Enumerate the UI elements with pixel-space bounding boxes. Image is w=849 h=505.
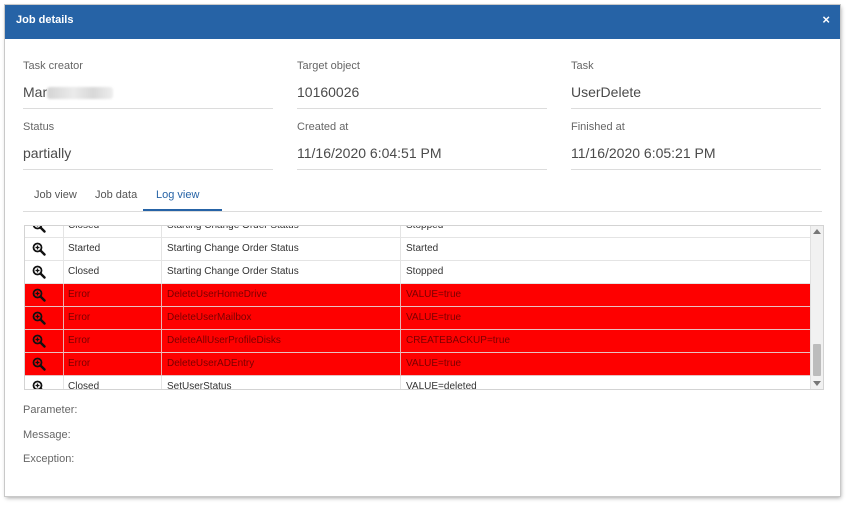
row-icon-cell[interactable] bbox=[25, 376, 64, 390]
log-row[interactable]: Error DeleteUserADEntry VALUE=true bbox=[25, 353, 810, 376]
zoom-in-icon[interactable] bbox=[32, 311, 46, 325]
row-value: CREATEBACKUP=true bbox=[406, 335, 511, 346]
active-tab-indicator bbox=[143, 209, 222, 211]
dialog-title: Job details bbox=[16, 14, 74, 26]
finished-at-value: 11/16/2020 6:05:21 PM bbox=[571, 145, 821, 170]
row-value: Started bbox=[406, 243, 439, 254]
row-status: Closed bbox=[63, 261, 162, 283]
log-row[interactable]: Closed Starting Change Order Status Stoppe… bbox=[25, 225, 810, 238]
row-value: Stopped bbox=[406, 225, 444, 231]
tab-log-view[interactable]: Log view bbox=[156, 189, 199, 201]
finished-at-label: Finished at bbox=[571, 121, 625, 133]
row-status: Closed bbox=[63, 226, 162, 237]
task-field: Task UserDelete bbox=[571, 60, 821, 109]
row-icon-cell[interactable] bbox=[25, 261, 64, 283]
task-label: Task bbox=[571, 60, 594, 72]
log-row[interactable]: Error DeleteAllUserProfileDisks CREATEBACK… bbox=[25, 330, 810, 353]
task-creator-visible-text: Mar bbox=[23, 84, 48, 100]
scroll-down-icon[interactable] bbox=[813, 381, 821, 386]
scroll-up-icon[interactable] bbox=[813, 229, 821, 234]
row-action: Starting Change Order Status bbox=[162, 261, 401, 283]
row-action: DeleteUserADEntry bbox=[162, 353, 401, 375]
row-status: Error bbox=[63, 330, 162, 352]
row-value: VALUE=true bbox=[406, 289, 462, 300]
zoom-in-icon[interactable] bbox=[32, 225, 46, 233]
exception-label: Exception: bbox=[23, 453, 75, 465]
row-action: DeleteUserMailbox bbox=[162, 307, 401, 329]
row-icon-cell[interactable] bbox=[25, 284, 64, 306]
status-field: Status partially bbox=[23, 121, 273, 170]
tab-bar: Job view Job data Log view bbox=[23, 182, 822, 212]
scrollbar[interactable] bbox=[810, 226, 823, 389]
zoom-in-icon[interactable] bbox=[32, 380, 46, 390]
zoom-in-icon[interactable] bbox=[32, 334, 46, 348]
zoom-in-icon[interactable] bbox=[32, 242, 46, 256]
row-value: VALUE=true bbox=[406, 312, 462, 323]
target-object-label: Target object bbox=[297, 60, 360, 72]
status-value: partially bbox=[23, 145, 273, 170]
status-label: Status bbox=[23, 121, 55, 133]
row-icon-cell[interactable] bbox=[25, 330, 64, 352]
log-row[interactable]: Error DeleteUserMailbox VALUE=true bbox=[25, 307, 810, 330]
row-value: VALUE=deleted bbox=[406, 381, 477, 390]
row-action: DeleteUserHomeDrive bbox=[162, 284, 401, 306]
row-action: SetUserStatus bbox=[162, 376, 401, 389]
task-creator-label: Task creator bbox=[23, 60, 83, 72]
created-at-label: Created at bbox=[297, 121, 349, 133]
row-action: DeleteAllUserProfileDisks bbox=[162, 330, 401, 352]
log-row[interactable]: Error DeleteUserHomeDrive VALUE=true bbox=[25, 284, 810, 307]
zoom-in-icon[interactable] bbox=[32, 357, 46, 371]
parameter-label: Parameter: bbox=[23, 404, 78, 416]
tab-job-data[interactable]: Job data bbox=[95, 189, 137, 201]
task-creator-field: Task creator Mar bbox=[23, 60, 273, 109]
row-status: Started bbox=[63, 238, 162, 260]
row-action: Starting Change Order Status bbox=[162, 226, 401, 237]
log-row[interactable]: Closed SetUserStatus VALUE=deleted bbox=[25, 376, 810, 390]
row-status: Closed bbox=[63, 376, 162, 389]
title-bar: Job details × bbox=[5, 5, 840, 39]
row-status: Error bbox=[63, 307, 162, 329]
finished-at-field: Finished at 11/16/2020 6:05:21 PM bbox=[571, 121, 821, 170]
row-icon-cell[interactable] bbox=[25, 353, 64, 375]
row-status: Error bbox=[63, 353, 162, 375]
row-action: Starting Change Order Status bbox=[162, 238, 401, 260]
log-row[interactable]: Started Starting Change Order Status Start… bbox=[25, 238, 810, 261]
log-grid: Closed Starting Change Order Status Stoppe… bbox=[24, 225, 824, 390]
zoom-in-icon[interactable] bbox=[32, 288, 46, 302]
row-icon-cell[interactable] bbox=[25, 307, 64, 329]
task-value: UserDelete bbox=[571, 84, 821, 109]
log-rows: Closed Starting Change Order Status Stoppe… bbox=[25, 225, 810, 390]
row-value: VALUE=true bbox=[406, 358, 462, 369]
row-icon-cell[interactable] bbox=[25, 238, 64, 260]
close-icon[interactable]: × bbox=[822, 13, 830, 27]
job-details-dialog: Job details × Task creator Mar Target ob… bbox=[5, 5, 840, 496]
message-label: Message: bbox=[23, 429, 71, 441]
row-icon-cell[interactable] bbox=[25, 225, 64, 237]
scroll-thumb[interactable] bbox=[813, 344, 821, 376]
redacted-name-blur bbox=[47, 87, 114, 100]
row-status: Error bbox=[63, 284, 162, 306]
target-object-field: Target object 10160026 bbox=[297, 60, 547, 109]
target-object-value: 10160026 bbox=[297, 84, 547, 109]
created-at-value: 11/16/2020 6:04:51 PM bbox=[297, 145, 547, 170]
tab-job-view[interactable]: Job view bbox=[34, 189, 77, 201]
row-value: Stopped bbox=[406, 266, 444, 277]
task-creator-value: Mar bbox=[23, 84, 273, 109]
zoom-in-icon[interactable] bbox=[32, 265, 46, 279]
log-row[interactable]: Closed Starting Change Order Status Stoppe… bbox=[25, 261, 810, 284]
created-at-field: Created at 11/16/2020 6:04:51 PM bbox=[297, 121, 547, 170]
